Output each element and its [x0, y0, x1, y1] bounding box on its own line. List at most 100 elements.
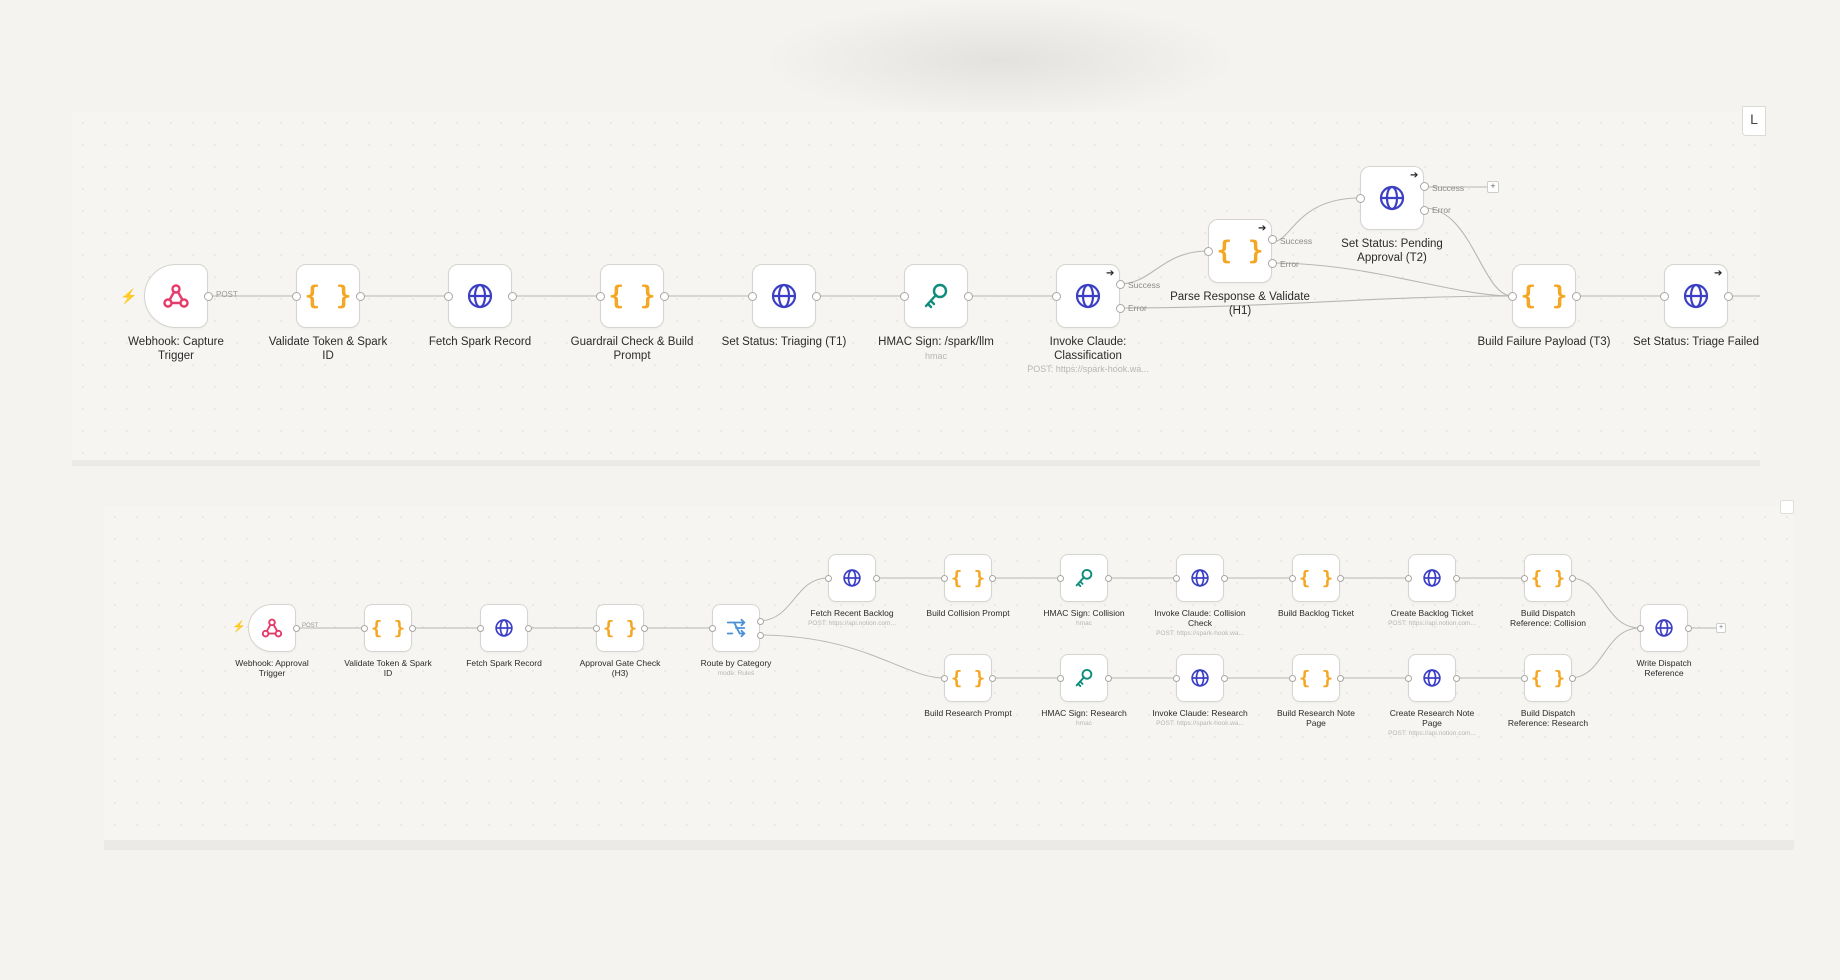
output-handle-research[interactable] — [757, 632, 764, 639]
node-invoke-claude-research[interactable] — [1173, 654, 1228, 702]
node-validate-token-2[interactable]: { } — [361, 604, 416, 652]
error-output-handle[interactable] — [1420, 206, 1429, 215]
output-handle[interactable] — [508, 292, 517, 301]
output-handle[interactable] — [989, 675, 996, 682]
input-handle[interactable] — [444, 292, 453, 301]
input-handle[interactable] — [1356, 194, 1365, 203]
input-handle[interactable] — [1204, 247, 1213, 256]
input-handle[interactable] — [1405, 575, 1412, 582]
output-handle[interactable] — [293, 625, 300, 632]
input-handle[interactable] — [292, 292, 301, 301]
input-handle[interactable] — [1057, 575, 1064, 582]
input-handle[interactable] — [1057, 675, 1064, 682]
add-node-button[interactable]: + — [1716, 623, 1726, 633]
node-hmac-sign-research[interactable] — [1057, 654, 1112, 702]
output-handle[interactable] — [1569, 675, 1576, 682]
node-webhook-approval-trigger[interactable] — [248, 604, 300, 652]
output-handle[interactable] — [1337, 575, 1344, 582]
error-output-handle[interactable] — [1268, 259, 1277, 268]
input-handle[interactable] — [900, 292, 909, 301]
input-handle[interactable] — [748, 292, 757, 301]
node-fetch-spark-record[interactable] — [444, 264, 517, 328]
input-handle[interactable] — [596, 292, 605, 301]
node-invoke-claude-collision[interactable] — [1173, 554, 1228, 602]
input-handle[interactable] — [941, 675, 948, 682]
output-handle[interactable] — [204, 292, 213, 301]
output-handle[interactable] — [1572, 292, 1581, 301]
success-output-handle[interactable] — [1116, 280, 1125, 289]
input-handle[interactable] — [1173, 575, 1180, 582]
input-handle[interactable] — [1637, 625, 1644, 632]
panel-tab[interactable]: L — [1742, 106, 1766, 136]
output-handle[interactable] — [525, 625, 532, 632]
input-handle[interactable] — [1052, 292, 1061, 301]
node-create-backlog-ticket[interactable] — [1405, 554, 1460, 602]
node-build-collision-prompt[interactable]: { } — [941, 554, 996, 602]
node-fetch-spark-record-2[interactable] — [477, 604, 532, 652]
output-handle[interactable] — [1685, 625, 1692, 632]
input-handle[interactable] — [1405, 675, 1412, 682]
node-build-research-prompt[interactable]: { } — [941, 654, 996, 702]
input-handle[interactable] — [1289, 575, 1296, 582]
input-handle[interactable] — [1173, 675, 1180, 682]
input-handle[interactable] — [825, 575, 832, 582]
input-handle[interactable] — [593, 625, 600, 632]
node-write-dispatch-reference[interactable] — [1637, 604, 1692, 652]
node-build-backlog-ticket[interactable]: { } — [1289, 554, 1344, 602]
node-hmac-sign-collision[interactable] — [1057, 554, 1112, 602]
node-invoke-claude-classification[interactable]: ➔ — [1052, 264, 1125, 328]
error-output-handle[interactable] — [1116, 304, 1125, 313]
output-handle[interactable] — [1724, 292, 1733, 301]
node-approval-gate-check[interactable]: { } — [593, 604, 648, 652]
output-handle[interactable] — [356, 292, 365, 301]
output-handle[interactable] — [964, 292, 973, 301]
input-handle[interactable] — [1289, 675, 1296, 682]
output-handle[interactable] — [1569, 575, 1576, 582]
output-handle[interactable] — [660, 292, 669, 301]
output-handle[interactable] — [989, 575, 996, 582]
node-build-research-note-page[interactable]: { } — [1289, 654, 1344, 702]
input-handle[interactable] — [1508, 292, 1517, 301]
output-handle[interactable] — [1105, 575, 1112, 582]
node-hmac-sign-llm[interactable] — [900, 264, 973, 328]
input-handle[interactable] — [1521, 675, 1528, 682]
output-handle[interactable] — [1221, 675, 1228, 682]
input-handle[interactable] — [361, 625, 368, 632]
node-webhook-capture-trigger[interactable] — [144, 264, 213, 328]
output-handle[interactable] — [1453, 675, 1460, 682]
node-create-research-note-page[interactable] — [1405, 654, 1460, 702]
workflow-canvas-capture[interactable]: ⚡ POST Webhook: Capture Trigger { } Vali… — [72, 112, 1760, 460]
node-validate-token[interactable]: { } — [292, 264, 365, 328]
input-handle[interactable] — [709, 625, 716, 632]
input-handle[interactable] — [477, 625, 484, 632]
node-guardrail-check[interactable]: { } — [596, 264, 669, 328]
node-parse-response[interactable]: { } ➔ — [1204, 219, 1277, 283]
output-handle-collision[interactable] — [757, 618, 764, 625]
node-build-failure-payload[interactable]: { } — [1508, 264, 1581, 328]
node-fetch-recent-backlog[interactable] — [825, 554, 880, 602]
input-handle[interactable] — [1660, 292, 1669, 301]
node-set-status-triaging[interactable] — [748, 264, 821, 328]
node-set-status-triage-failed[interactable]: ➔ — [1660, 264, 1733, 328]
node-label: HMAC Sign: /spark/llm — [878, 336, 994, 348]
node-route-by-category[interactable] — [709, 604, 764, 652]
key-icon — [1075, 668, 1093, 688]
node-build-dispatch-research[interactable]: { } — [1521, 654, 1576, 702]
output-handle[interactable] — [1105, 675, 1112, 682]
success-output-handle[interactable] — [1420, 182, 1429, 191]
output-handle[interactable] — [873, 575, 880, 582]
node-build-dispatch-collision[interactable]: { } — [1521, 554, 1576, 602]
output-handle[interactable] — [1453, 575, 1460, 582]
input-handle[interactable] — [941, 575, 948, 582]
node-set-status-pending-approval[interactable]: ➔ — [1356, 166, 1429, 230]
panel-tab-2[interactable] — [1780, 500, 1794, 514]
workflow-canvas-approval[interactable]: ⚡ POST Webhook: Approval Trigger { } Val… — [104, 506, 1794, 840]
output-handle[interactable] — [409, 625, 416, 632]
output-handle[interactable] — [812, 292, 821, 301]
success-output-handle[interactable] — [1268, 235, 1277, 244]
add-node-button[interactable]: + — [1487, 181, 1499, 193]
output-handle[interactable] — [641, 625, 648, 632]
output-handle[interactable] — [1221, 575, 1228, 582]
output-handle[interactable] — [1337, 675, 1344, 682]
input-handle[interactable] — [1521, 575, 1528, 582]
